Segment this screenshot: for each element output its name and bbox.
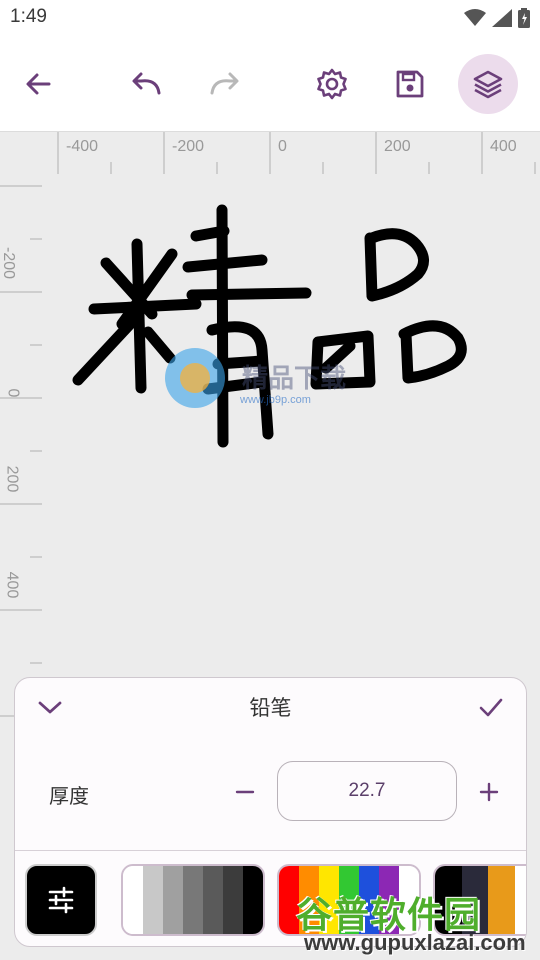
minus-icon [235, 790, 255, 794]
decrease-thickness-button[interactable] [227, 774, 263, 810]
top-toolbar [0, 36, 540, 132]
save-icon [396, 70, 424, 98]
canvas-watermark-text: 精品下载 [242, 364, 347, 394]
increase-thickness-button[interactable] [471, 774, 507, 810]
palette-grays[interactable] [121, 864, 265, 936]
panel-title: 铅笔 [249, 696, 292, 720]
sliders-icon [48, 886, 74, 914]
color-swatch[interactable] [203, 866, 223, 934]
canvas-watermark-url: www.jb9p.com [240, 394, 311, 406]
save-button[interactable] [380, 54, 440, 114]
back-button[interactable] [8, 54, 68, 114]
redo-button[interactable] [195, 54, 255, 114]
settings-icon [317, 68, 347, 100]
back-arrow-icon [26, 73, 51, 95]
battery-icon [518, 8, 530, 28]
color-swatch[interactable] [183, 866, 203, 934]
color-swatch[interactable] [243, 866, 263, 934]
layers-icon [473, 70, 503, 99]
status-icons [464, 7, 530, 29]
site-watermark: 谷普软件园 www.gupuxlazai.com [296, 886, 540, 960]
panel-divider [15, 850, 526, 851]
status-time: 1:49 [10, 6, 47, 27]
color-swatch[interactable] [143, 866, 163, 934]
redo-icon [210, 72, 239, 95]
checkmark-icon [479, 698, 503, 717]
canvas-watermark [165, 348, 225, 408]
thickness-input[interactable]: 22.7 [277, 761, 457, 821]
color-swatch[interactable] [223, 866, 243, 934]
signal-icon [492, 9, 512, 27]
confirm-button[interactable] [474, 690, 508, 724]
thickness-label: 厚度 [49, 784, 89, 808]
settings-button[interactable] [302, 54, 362, 114]
undo-button[interactable] [116, 54, 176, 114]
plus-icon [479, 782, 499, 802]
layers-button[interactable] [458, 54, 518, 114]
color-adjust-button[interactable] [25, 864, 97, 936]
color-swatch[interactable] [163, 866, 183, 934]
status-bar: 1:49 [0, 0, 540, 36]
app-screen: 1:49 -400 -200 0 200 400 -200 0 200 400 … [0, 0, 540, 960]
watermark-url: www.gupuxlazai.com [304, 930, 526, 955]
wifi-icon [464, 9, 486, 26]
undo-icon [132, 72, 161, 95]
color-swatch[interactable] [123, 866, 143, 934]
